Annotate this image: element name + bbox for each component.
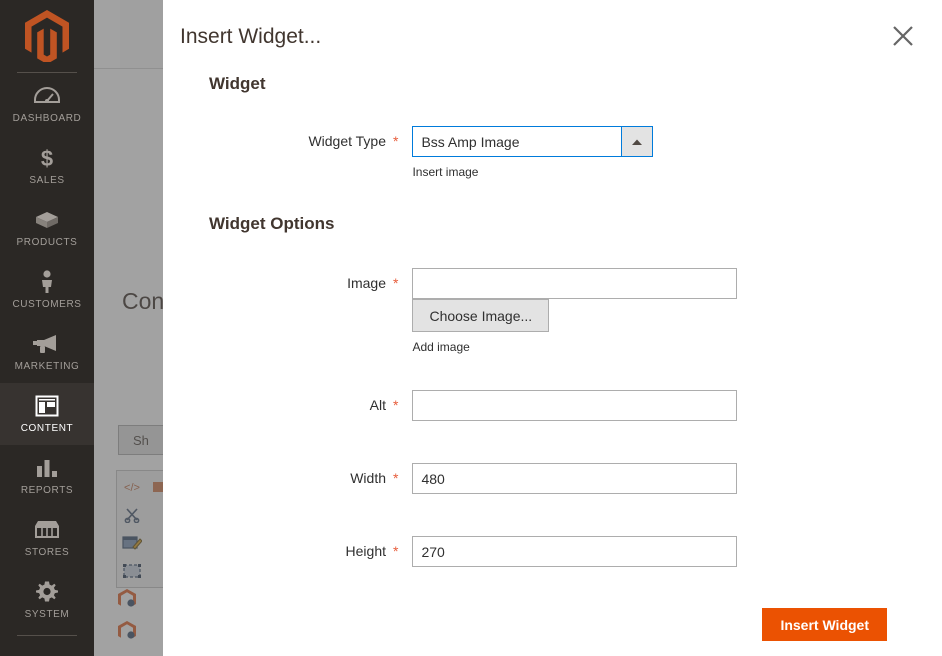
alt-field-row: Alt * xyxy=(173,390,738,421)
image-control: Choose Image... Add image xyxy=(412,268,738,354)
sidebar-item-sales[interactable]: $ SALES xyxy=(0,135,94,197)
admin-sidebar: DASHBOARD $ SALES PRODUCTS CUSTOMERS MAR… xyxy=(0,0,94,656)
widget-type-field-row: Widget Type * Bss Amp Image Insert image xyxy=(173,126,654,179)
alt-control xyxy=(412,390,738,421)
magento-logo[interactable] xyxy=(0,0,94,72)
alt-label: Alt xyxy=(369,397,386,413)
choose-image-button[interactable]: Choose Image... xyxy=(412,299,550,332)
megaphone-icon xyxy=(33,332,61,356)
sidebar-item-label: CUSTOMERS xyxy=(12,299,82,310)
widget-type-control: Bss Amp Image Insert image xyxy=(412,126,654,179)
width-label: Width xyxy=(350,470,386,486)
required-marker: * xyxy=(393,397,399,413)
admin-screen: DASHBOARD $ SALES PRODUCTS CUSTOMERS MAR… xyxy=(0,0,942,656)
sidebar-item-stores[interactable]: STORES xyxy=(0,507,94,569)
sidebar-item-customers[interactable]: CUSTOMERS xyxy=(0,259,94,321)
svg-text:$: $ xyxy=(41,146,53,170)
sidebar-nav: DASHBOARD $ SALES PRODUCTS CUSTOMERS MAR… xyxy=(0,73,94,631)
widget-type-select-value[interactable]: Bss Amp Image xyxy=(412,126,622,157)
width-control xyxy=(412,463,738,494)
sidebar-item-products[interactable]: PRODUCTS xyxy=(0,197,94,259)
required-marker: * xyxy=(393,133,399,149)
sidebar-item-marketing[interactable]: MARKETING xyxy=(0,321,94,383)
gear-icon xyxy=(35,580,59,604)
image-note: Add image xyxy=(412,340,470,354)
required-marker: * xyxy=(393,543,399,559)
person-icon xyxy=(39,270,55,294)
width-input[interactable] xyxy=(412,463,738,494)
insert-widget-button[interactable]: Insert Widget xyxy=(762,608,887,641)
insert-widget-modal: Insert Widget... Widget Widget Type * Bs… xyxy=(163,0,942,656)
sidebar-item-label: SYSTEM xyxy=(24,609,70,620)
dollar-sign-icon: $ xyxy=(38,146,56,170)
modal-title: Insert Widget... xyxy=(180,25,322,48)
sidebar-divider-bottom xyxy=(17,635,77,636)
width-field-row: Width * xyxy=(173,463,738,494)
sidebar-item-dashboard[interactable]: DASHBOARD xyxy=(0,73,94,135)
widget-type-label: Widget Type xyxy=(308,133,386,149)
chevron-up-icon[interactable] xyxy=(621,126,654,157)
height-label: Height xyxy=(345,543,386,559)
sidebar-item-reports[interactable]: REPORTS xyxy=(0,445,94,507)
image-field-row: Image * Choose Image... Add image xyxy=(173,268,738,354)
storefront-icon xyxy=(33,518,61,542)
sidebar-item-label: MARKETING xyxy=(14,361,80,372)
layout-icon xyxy=(35,394,59,418)
height-field-row: Height * xyxy=(173,536,738,567)
sidebar-item-label: DASHBOARD xyxy=(12,113,82,124)
required-marker: * xyxy=(393,470,399,486)
image-label: Image xyxy=(347,275,386,291)
sidebar-item-system[interactable]: SYSTEM xyxy=(0,569,94,631)
height-input[interactable] xyxy=(412,536,738,567)
bar-chart-icon xyxy=(35,456,59,480)
sidebar-item-content[interactable]: CONTENT xyxy=(0,383,94,445)
magento-logo-icon xyxy=(25,10,69,62)
sidebar-item-label: STORES xyxy=(24,547,70,558)
widget-type-note: Insert image xyxy=(412,165,479,179)
image-input[interactable] xyxy=(412,268,738,299)
height-control xyxy=(412,536,738,567)
sidebar-item-label: SALES xyxy=(29,175,65,186)
widget-options-heading: Widget Options xyxy=(209,214,335,233)
alt-input[interactable] xyxy=(412,390,738,421)
widget-section-heading: Widget xyxy=(209,74,266,93)
sidebar-item-label: CONTENT xyxy=(20,423,74,434)
sidebar-item-label: PRODUCTS xyxy=(16,237,78,248)
close-icon[interactable] xyxy=(886,19,920,53)
required-marker: * xyxy=(393,275,399,291)
box-icon xyxy=(34,208,60,232)
dashboard-gauge-icon xyxy=(34,84,60,108)
widget-type-select[interactable]: Bss Amp Image xyxy=(412,126,654,157)
sidebar-item-label: REPORTS xyxy=(20,485,74,496)
